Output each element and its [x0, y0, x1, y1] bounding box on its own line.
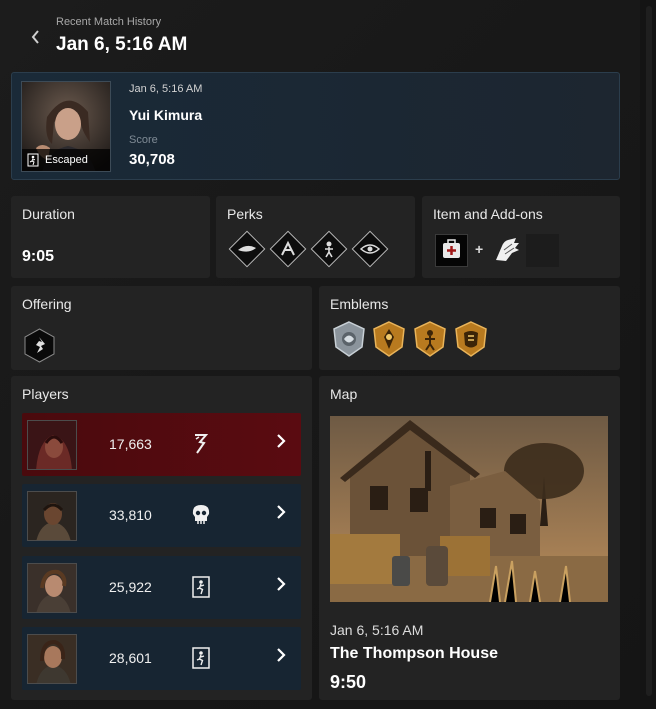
match-details-panel: Recent Match History Jan 6, 5:16 AM Esca… — [0, 0, 640, 709]
escaped-icon — [192, 647, 210, 669]
players-label: Players — [22, 386, 69, 402]
survivor-portrait: Escaped — [21, 81, 111, 172]
player-row-killer[interactable]: 17,663 — [22, 413, 301, 476]
player-summary-card: Escaped Jan 6, 5:16 AM Yui Kimura Score … — [11, 72, 620, 180]
killer-avatar — [27, 420, 77, 470]
score-label: Score — [129, 134, 158, 146]
players-panel: Players 17,663 33,810 25,922 28,601 — [11, 376, 312, 700]
item-addons-panel: Item and Add-ons + — [422, 196, 620, 278]
survivor-avatar — [27, 563, 77, 613]
offering-label: Offering — [22, 296, 72, 312]
map-match-time: Jan 6, 5:16 AM — [330, 622, 424, 638]
offering-panel: Offering — [11, 286, 312, 370]
offering-icon[interactable] — [23, 328, 56, 363]
gloves-icon[interactable] — [490, 234, 523, 267]
survivor-avatar — [27, 491, 77, 541]
chevron-right-icon — [276, 576, 286, 597]
emblems-panel: Emblems — [319, 286, 620, 370]
perk-1-icon[interactable] — [228, 230, 266, 268]
player-score: 17,663 — [109, 436, 152, 452]
scrollbar[interactable] — [640, 0, 656, 709]
player-row-survivor[interactable]: 25,922 — [22, 556, 301, 619]
chevron-right-icon — [276, 504, 286, 525]
escaped-icon — [27, 153, 39, 167]
player-row-survivor[interactable]: 28,601 — [22, 627, 301, 690]
player-score: 28,601 — [109, 650, 152, 666]
survivor-avatar — [27, 634, 77, 684]
sacrifice-icon — [195, 434, 209, 454]
map-label: Map — [330, 386, 358, 402]
plus-sign: + — [475, 241, 484, 257]
escaped-badge: Escaped — [22, 149, 110, 171]
duration-panel: Duration 9:05 — [11, 196, 210, 278]
items-label: Item and Add-ons — [433, 206, 543, 222]
player-score: 33,810 — [109, 507, 152, 523]
perk-2-icon[interactable] — [269, 230, 307, 268]
page-title: Jan 6, 5:16 AM — [56, 34, 188, 55]
map-preview-image — [330, 416, 608, 602]
header: Recent Match History Jan 6, 5:16 AM — [0, 0, 640, 70]
duration-value: 9:05 — [22, 248, 55, 265]
gold-emblem-icon[interactable] — [371, 320, 407, 358]
match-duration: 9:50 — [330, 672, 367, 692]
skull-icon — [192, 505, 210, 524]
perks-panel: Perks — [216, 196, 415, 278]
status-label: Escaped — [45, 154, 88, 166]
map-name: The Thompson House — [330, 645, 498, 662]
player-row-survivor[interactable]: 33,810 — [22, 484, 301, 547]
breadcrumb: Recent Match History — [56, 16, 162, 28]
medkit-icon[interactable] — [435, 234, 468, 267]
perk-3-icon[interactable] — [310, 230, 348, 268]
match-time: Jan 6, 5:16 AM — [129, 83, 203, 95]
gold-emblem-icon[interactable] — [453, 320, 489, 358]
escaped-icon — [192, 576, 210, 598]
scrollbar-thumb[interactable] — [646, 6, 652, 696]
map-panel: Map Jan 6, 5:16 AM The Thompson House 9:… — [319, 376, 620, 700]
duration-label: Duration — [22, 206, 75, 222]
gold-emblem-icon[interactable] — [412, 320, 448, 358]
chevron-right-icon — [276, 433, 286, 454]
emblems-label: Emblems — [330, 296, 389, 312]
iridescent-emblem-icon[interactable] — [331, 320, 367, 358]
chevron-left-icon — [31, 30, 39, 44]
empty-addon-slot[interactable] — [526, 234, 559, 267]
player-name: Yui Kimura — [129, 107, 203, 123]
perks-label: Perks — [227, 206, 263, 222]
score-value: 30,708 — [129, 151, 175, 168]
player-score: 25,922 — [109, 579, 152, 595]
chevron-right-icon — [276, 647, 286, 668]
back-button[interactable] — [30, 27, 46, 47]
perk-4-icon[interactable] — [351, 230, 389, 268]
